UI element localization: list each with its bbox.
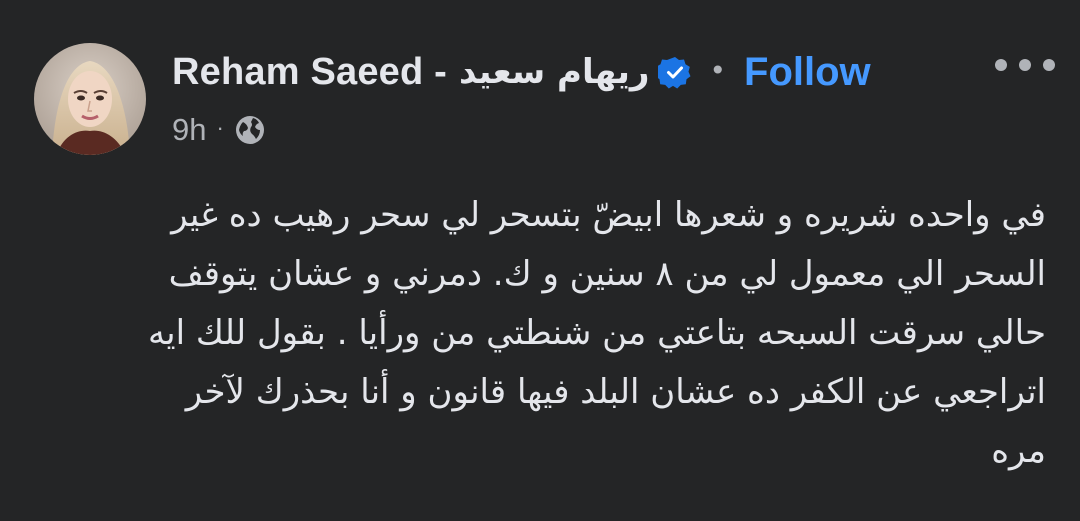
profile-photo (34, 43, 146, 155)
post-header: Reham Saeed - ريهام سعيد • Follow (172, 44, 871, 100)
facebook-post: Reham Saeed - ريهام سعيد • Follow 9h · ف… (0, 0, 1080, 521)
post-text-line: في واحده شريره و شعرها ابيضّ بتسحر لي سح… (171, 195, 1046, 235)
more-options-icon[interactable] (995, 53, 1055, 77)
post-text-line: حالي سرقت السبحه بتاعتي من شنطتي من ورأي… (147, 313, 1046, 353)
follow-button[interactable]: Follow (744, 50, 871, 95)
header-separator: • (709, 53, 727, 87)
meta-separator: · (216, 115, 224, 140)
post-text-line: السحر الي معمول لي من ٨ سنين و ك. دمرني … (168, 254, 1046, 294)
post-text-line: اتراجعي عن الكفر ده عشان البلد فيها قانو… (185, 372, 1046, 412)
verified-badge-icon (655, 55, 692, 89)
post-text-line: مره (991, 431, 1046, 471)
post-meta: 9h · (172, 110, 266, 150)
post-text: في واحده شريره و شعرها ابيضّ بتسحر لي سح… (34, 186, 1046, 481)
avatar[interactable] (34, 43, 146, 155)
post-time[interactable]: 9h (172, 112, 206, 148)
globe-icon[interactable] (234, 114, 266, 146)
author-name[interactable]: Reham Saeed - (172, 51, 447, 94)
author-name-arabic[interactable]: ريهام سعيد (459, 52, 649, 92)
